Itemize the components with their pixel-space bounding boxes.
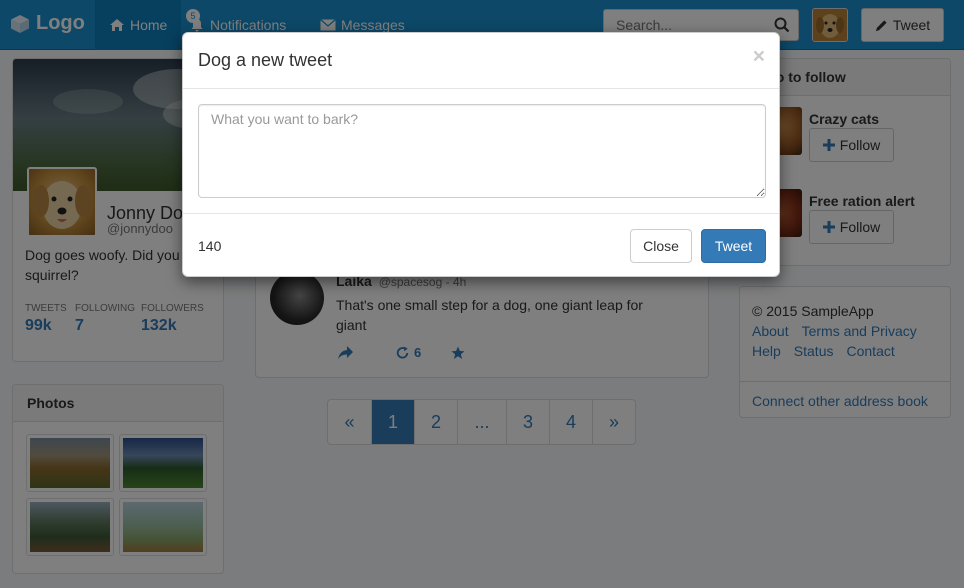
modal-footer: 140 Close Tweet (183, 213, 779, 277)
modal-body (183, 89, 779, 213)
new-tweet-modal: Dog a new tweet × 140 Close Tweet (182, 32, 780, 277)
close-button[interactable]: Close (630, 229, 692, 263)
tweet-textarea[interactable] (198, 104, 766, 198)
modal-title: Dog a new tweet (198, 50, 333, 70)
tweet-submit-button[interactable]: Tweet (701, 229, 766, 263)
character-counter: 140 (198, 238, 222, 254)
close-icon[interactable]: × (753, 45, 765, 69)
modal-header: Dog a new tweet × (183, 33, 779, 89)
